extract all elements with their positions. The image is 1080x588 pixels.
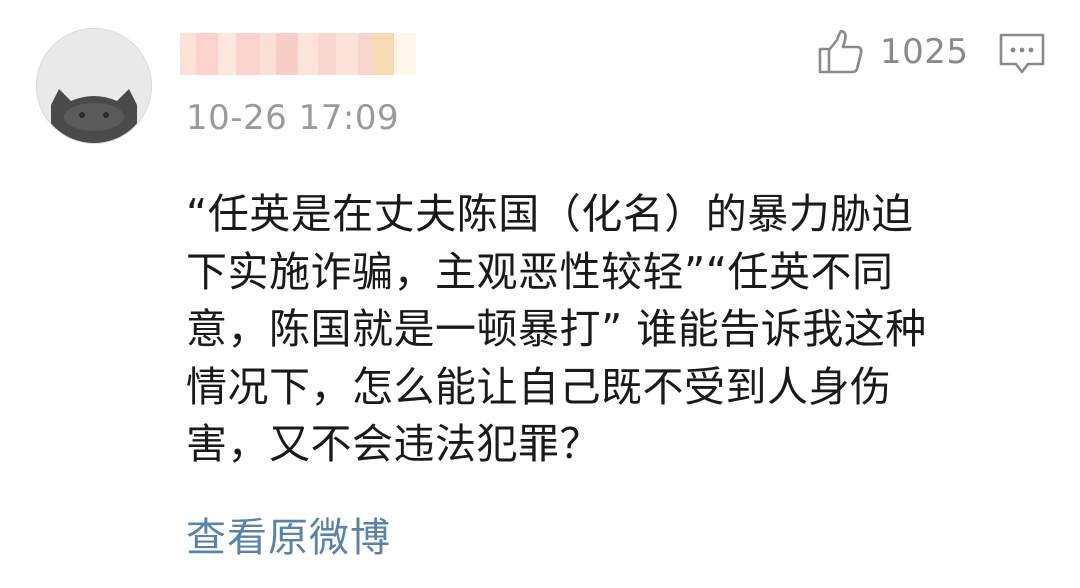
- thumbs-up-icon: [818, 29, 863, 74]
- avatar[interactable]: [36, 28, 152, 144]
- like-button[interactable]: 1025: [816, 28, 969, 76]
- username-blurred[interactable]: [180, 33, 416, 75]
- comment-timestamp: 10-26 17:09: [186, 98, 400, 138]
- comment-button[interactable]: [998, 32, 1046, 76]
- like-count: 1025: [880, 32, 969, 72]
- comment-body-text: “任英是在丈夫陈国（化名）的暴力胁迫 下实施诈骗，主观恶性较轻”“任英不同 意，…: [186, 190, 927, 468]
- comment-icon: [999, 33, 1045, 74]
- view-original-weibo-link[interactable]: 查看原微博: [186, 505, 391, 563]
- cat-avatar-image: [51, 89, 137, 143]
